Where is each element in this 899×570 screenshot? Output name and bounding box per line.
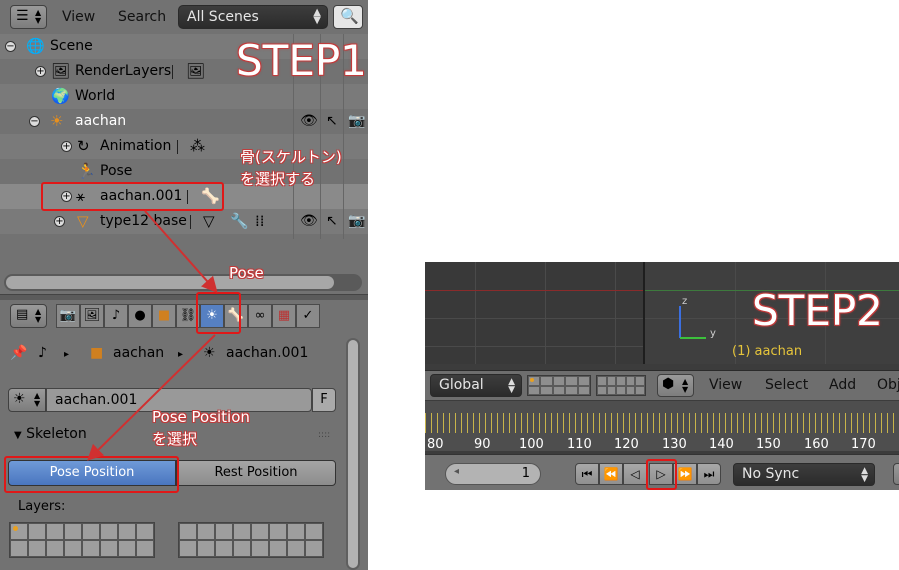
play-reverse-button[interactable]: ◁ (623, 463, 647, 485)
sync-mode-dropdown[interactable]: No Sync ▲ ▼ (733, 463, 875, 486)
step2-label: STEP2 (752, 286, 883, 335)
active-layer-dot (530, 378, 534, 382)
frame-ticks (425, 413, 899, 433)
jump-to-keyframe-back-button[interactable]: ⏪ (599, 463, 623, 485)
x-axis-line (425, 290, 644, 291)
grid-line (615, 262, 616, 364)
current-frame-field[interactable]: ◂ 1 (445, 463, 541, 485)
highlight-play-button (646, 459, 677, 490)
jump-to-end-button[interactable]: ⏭ (697, 463, 721, 485)
axis-z-label: z (682, 296, 687, 307)
add-menu[interactable]: Add (829, 377, 856, 393)
arrow-to-pose-position (87, 334, 216, 461)
cube-icon: ⬢ (662, 376, 675, 392)
editor-type-button[interactable]: ⬢ ▲ ▼ (657, 374, 694, 397)
view-menu[interactable]: View (709, 377, 742, 393)
chevron-updown-icon: ▲ ▼ (682, 377, 689, 394)
scene-layers-b[interactable] (596, 375, 646, 396)
active-object-label: (1) aachan (732, 344, 803, 359)
tick-label: 140 (709, 437, 734, 452)
chevron-updown-icon: ▲ ▼ (508, 377, 515, 395)
tick-label: 90 (474, 437, 491, 452)
left-panel: ☰ ▲ ▼ View Search All Scenes ▲ ▼ 🔍 − 🌐 Sce… (0, 0, 368, 570)
jump-to-start-button[interactable]: ⏮ (575, 463, 599, 485)
tick-label: 100 (519, 437, 544, 452)
object-menu[interactable]: Obj (877, 377, 899, 393)
tick-label: 170 (851, 437, 876, 452)
tick-label: 80 (427, 437, 444, 452)
arrow-to-pose-tab (144, 210, 218, 293)
orientation-dropdown[interactable]: Global ▲ ▼ (430, 374, 522, 397)
tick-label: 130 (662, 437, 687, 452)
viewport-header: Global ▲ ▼ ⬢ ▲ ▼ View Select Add Obj (425, 370, 899, 400)
grid-line (425, 318, 644, 319)
right-panel: z y (1) aachan STEP2 Global ▲ ▼ ⬢ ▲ ▼ View… (425, 262, 899, 490)
tick-label: 150 (756, 437, 781, 452)
timeline-ruler[interactable]: 80 90 100 110 120 130 140 150 160 170 (425, 401, 899, 452)
chevron-updown-icon: ▲ ▼ (861, 466, 868, 484)
current-frame-value: 1 (521, 466, 530, 481)
viewport-left[interactable] (425, 262, 644, 364)
keying-button[interactable] (893, 463, 899, 485)
scene-layers-a[interactable] (527, 375, 591, 396)
select-menu[interactable]: Select (765, 377, 808, 393)
tick-label: 120 (614, 437, 639, 452)
annotation-arrows (87, 210, 218, 461)
sync-mode-value: No Sync (742, 466, 800, 482)
axis-y-label: y (710, 328, 716, 339)
orientation-value: Global (439, 377, 484, 393)
left-arrow-icon: ◂ (454, 466, 460, 477)
grid-line (475, 262, 476, 364)
grid-line (545, 262, 546, 364)
timeline-header: ◂ 1 ⏮ ⏪ ◁ ▷ ⏩ ⏭ No Sync ▲ ▼ (425, 454, 899, 490)
tick-label: 160 (804, 437, 829, 452)
grid-line (425, 346, 644, 347)
axis-gizmo: z y (679, 296, 716, 339)
tick-label: 110 (567, 437, 592, 452)
